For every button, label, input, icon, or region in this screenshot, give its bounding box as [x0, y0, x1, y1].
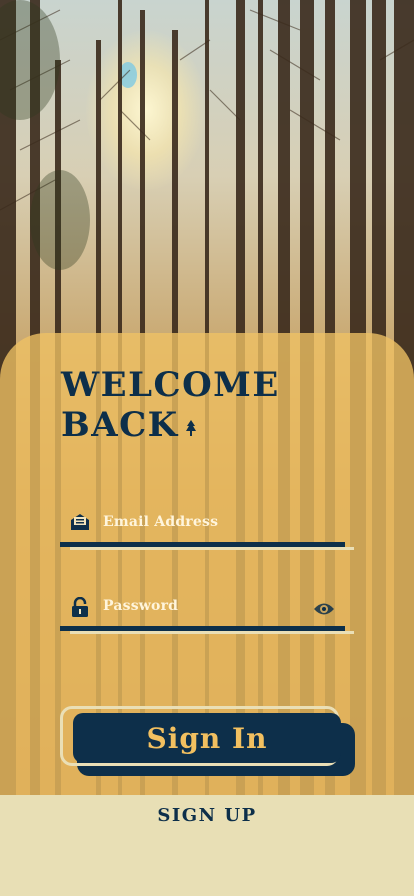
lock-icon	[72, 597, 88, 617]
title-line-1: WELCOME	[61, 365, 280, 405]
welcome-title: WELCOME BACK	[61, 365, 280, 445]
sign-up-link[interactable]: SIGN UP	[0, 805, 414, 826]
password-underline-accent	[70, 631, 354, 634]
eye-icon[interactable]	[314, 601, 334, 617]
sign-in-button[interactable]: Sign In	[73, 713, 341, 763]
tree-icon	[185, 420, 196, 436]
title-line-2-text: BACK	[61, 405, 179, 445]
mail-icon	[71, 514, 89, 530]
email-underline-accent	[70, 547, 354, 550]
password-input[interactable]: Password	[103, 598, 178, 614]
title-line-2: BACK	[61, 405, 280, 445]
email-input[interactable]: Email Address	[103, 514, 218, 530]
